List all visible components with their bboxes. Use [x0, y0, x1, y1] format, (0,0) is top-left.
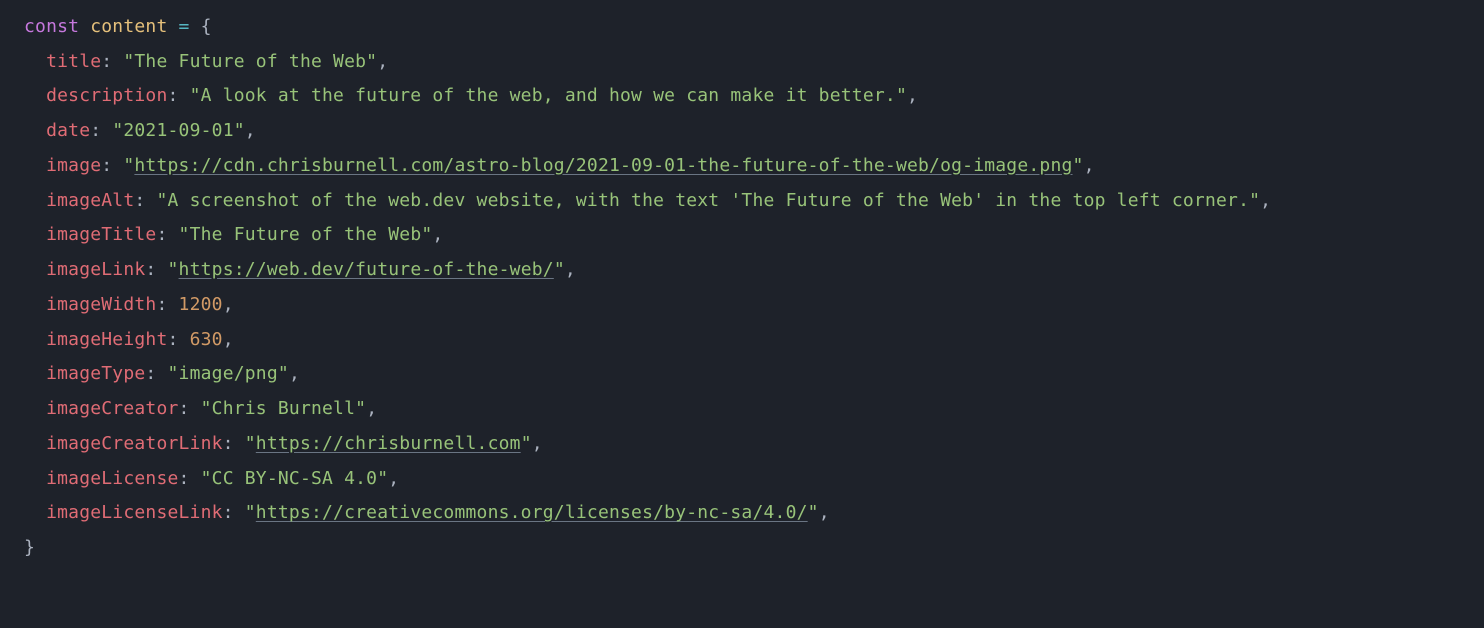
prop-key-imagelink: imageLink [46, 259, 145, 280]
operator-equals: = [179, 16, 190, 37]
prop-val-imagewidth: 1200 [179, 294, 223, 315]
prop-key-imagelicense: imageLicense [46, 468, 178, 489]
prop-key-image: image [46, 155, 101, 176]
prop-val-image[interactable]: https://cdn.chrisburnell.com/astro-blog/… [134, 155, 1072, 176]
prop-val-title: "The Future of the Web" [123, 51, 377, 72]
prop-val-imagetitle: "The Future of the Web" [179, 224, 433, 245]
prop-val-description: "A look at the future of the web, and ho… [190, 85, 907, 106]
prop-val-imagelicense: "CC BY-NC-SA 4.0" [201, 468, 389, 489]
prop-key-description: description [46, 85, 167, 106]
prop-key-imagetitle: imageTitle [46, 224, 156, 245]
prop-key-imagelicenselink: imageLicenseLink [46, 502, 223, 523]
prop-val-imagecreatorlink[interactable]: https://chrisburnell.com [256, 433, 521, 454]
prop-val-imageheight: 630 [190, 329, 223, 350]
prop-key-imagetype: imageType [46, 363, 145, 384]
brace-close: } [24, 537, 35, 558]
keyword-const: const [24, 16, 79, 37]
prop-key-imagecreatorlink: imageCreatorLink [46, 433, 223, 454]
prop-key-date: date [46, 120, 90, 141]
prop-val-date: "2021-09-01" [112, 120, 244, 141]
prop-val-imagealt: "A screenshot of the web.dev website, wi… [156, 190, 1260, 211]
prop-key-imagealt: imageAlt [46, 190, 134, 211]
prop-val-imagetype: "image/png" [168, 363, 289, 384]
brace-open: { [201, 16, 212, 37]
prop-key-title: title [46, 51, 101, 72]
prop-key-imagewidth: imageWidth [46, 294, 156, 315]
prop-val-imagelink[interactable]: https://web.dev/future-of-the-web/ [179, 259, 554, 280]
prop-val-imagelicenselink[interactable]: https://creativecommons.org/licenses/by-… [256, 502, 808, 523]
variable-name: content [90, 16, 167, 37]
code-block: const content = { title: "The Future of … [24, 10, 1460, 566]
prop-key-imageheight: imageHeight [46, 329, 167, 350]
prop-key-imagecreator: imageCreator [46, 398, 178, 419]
prop-val-imagecreator: "Chris Burnell" [201, 398, 367, 419]
